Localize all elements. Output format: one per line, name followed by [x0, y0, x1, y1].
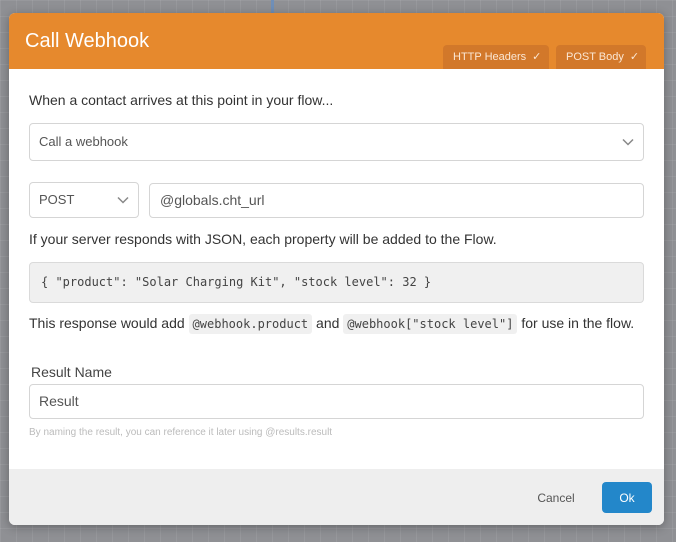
check-icon: ✓: [532, 51, 542, 63]
webhook-url-input[interactable]: @globals.cht_url: [149, 183, 644, 218]
tab-post-body[interactable]: POST Body ✓: [556, 45, 646, 69]
dialog-title: Call Webhook: [25, 30, 150, 52]
dialog-header: Call Webhook HTTP Headers ✓ POST Body ✓: [9, 13, 664, 69]
response-suffix: for use in the flow.: [521, 315, 635, 331]
chevron-down-icon: [117, 196, 129, 204]
intro-text: When a contact arrives at this point in …: [29, 92, 334, 108]
tab-http-headers-label: HTTP Headers: [453, 51, 527, 63]
tab-post-body-label: POST Body: [566, 51, 624, 63]
call-webhook-dialog: Call Webhook HTTP Headers ✓ POST Body ✓ Wh…: [9, 13, 664, 525]
tab-http-headers[interactable]: HTTP Headers ✓: [443, 45, 549, 69]
background-flow-connector: [271, 0, 274, 14]
code-webhook-stock-level: @webhook["stock level"]: [343, 314, 518, 334]
example-json-response: { "product": "Solar Charging Kit", "stoc…: [29, 262, 644, 303]
code-webhook-product: @webhook.product: [188, 314, 313, 334]
json-info-text: If your server responds with JSON, each …: [29, 231, 497, 247]
dialog-footer: Cancel Ok: [9, 469, 664, 525]
response-description: This response would add @webhook.product…: [29, 314, 635, 334]
http-method-value: POST: [39, 192, 75, 207]
response-prefix: This response would add: [29, 315, 185, 331]
ok-button[interactable]: Ok: [602, 482, 652, 513]
check-icon: ✓: [629, 51, 640, 63]
result-name-label: Result Name: [31, 364, 112, 380]
action-type-value: Call a webhook: [39, 134, 128, 149]
response-and: and: [316, 315, 340, 331]
action-type-select[interactable]: Call a webhook: [29, 123, 644, 161]
chevron-down-icon: [622, 138, 634, 146]
http-method-select[interactable]: POST: [29, 182, 139, 218]
result-help-text: By naming the result, you can reference …: [29, 427, 333, 438]
cancel-button[interactable]: Cancel: [527, 482, 585, 512]
result-name-input[interactable]: Result: [29, 384, 644, 419]
